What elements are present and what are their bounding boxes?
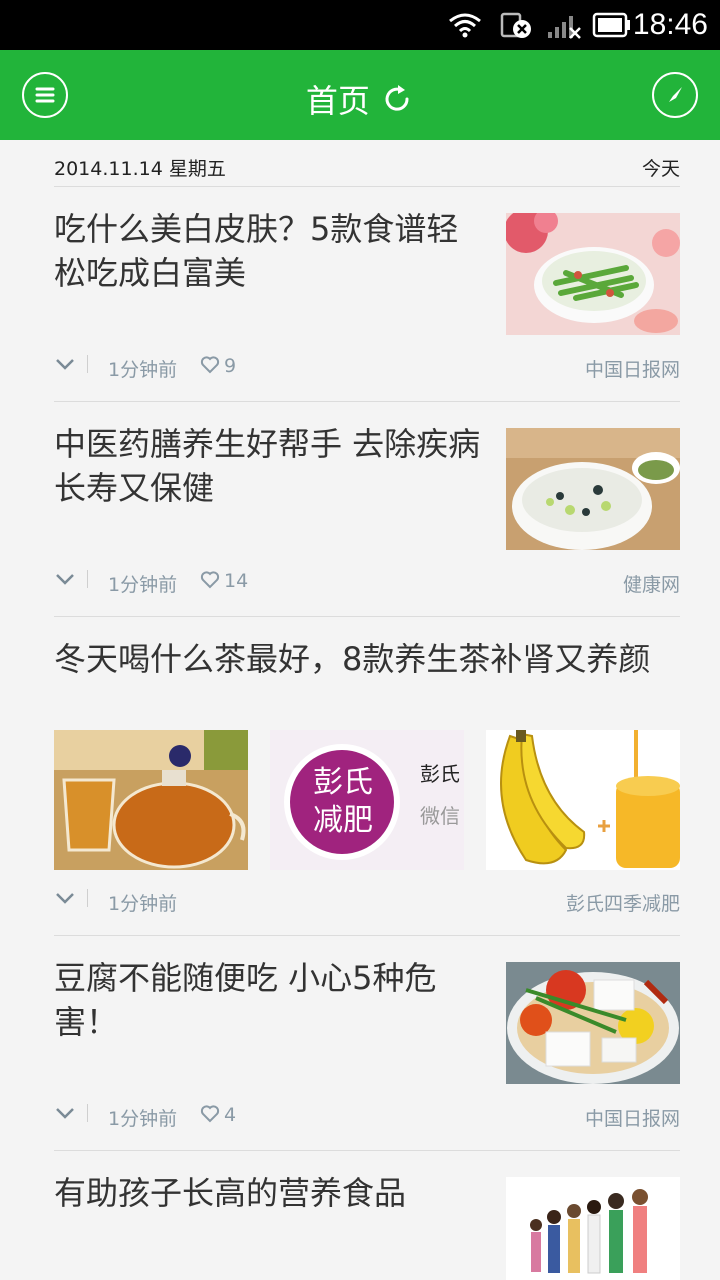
article-card[interactable]: 豆腐不能随便吃 小心5种危害！ 1分钟前 4 中国日报网 — [54, 936, 680, 1151]
article-card[interactable]: 有助孩子长高的营养食品 — [54, 1151, 680, 1280]
heart-icon[interactable] — [200, 570, 220, 590]
divider — [87, 889, 88, 907]
like-count: 9 — [224, 355, 237, 377]
article-card[interactable]: 吃什么美白皮肤？5款食谱轻松吃成白富美 1分钟前 9 中国日报网 — [54, 187, 680, 402]
article-title[interactable]: 豆腐不能随便吃 小心5种危害！ — [54, 956, 484, 1044]
refresh-icon[interactable] — [380, 82, 414, 116]
timestamp: 1分钟前 — [108, 574, 178, 596]
sim-card-off-icon — [500, 12, 531, 38]
source-label[interactable]: 中国日报网 — [585, 355, 680, 382]
status-bar: 18:46 — [0, 0, 720, 50]
chevron-down-icon[interactable] — [54, 1104, 76, 1122]
battery-icon — [592, 12, 630, 38]
wifi-icon — [449, 13, 481, 38]
children-photo — [506, 1177, 680, 1280]
signal-icon — [548, 16, 581, 39]
tofu-soup-photo — [506, 962, 680, 1084]
banana-honey-photo — [486, 730, 680, 870]
chevron-down-icon[interactable] — [54, 570, 76, 588]
date-header: 2014.11.14 星期五 今天 — [54, 150, 680, 187]
article-thumbnail[interactable] — [506, 1177, 680, 1280]
article-title[interactable]: 中医药膳养生好帮手 去除疾病长寿又保健 — [54, 422, 484, 510]
divider — [87, 1104, 88, 1122]
date-label: 2014.11.14 星期五 — [54, 158, 226, 180]
title-group[interactable]: 首页 — [0, 76, 720, 122]
clock: 18:46 — [632, 8, 708, 41]
chevron-down-icon[interactable] — [54, 355, 76, 373]
app-bar: 首页 — [0, 50, 720, 140]
logo-text: 彭氏 减肥 — [313, 765, 373, 838]
source-label[interactable]: 中国日报网 — [585, 1104, 680, 1131]
article-image[interactable]: 彭氏 减肥 彭氏 微信 — [270, 730, 464, 870]
article-card[interactable]: 冬天喝什么茶最好，8款养生茶补肾又养颜 彭氏 减肥 彭氏 微信 1分钟前 彭氏四… — [54, 617, 680, 936]
article-image[interactable] — [486, 730, 680, 870]
article-meta: 1分钟前 4 中国日报网 — [54, 1102, 680, 1132]
divider — [87, 570, 88, 588]
today-label: 今天 — [641, 158, 680, 180]
article-title[interactable]: 冬天喝什么茶最好，8款养生茶补肾又养颜 — [54, 637, 680, 681]
heart-icon[interactable] — [200, 1104, 220, 1124]
compass-icon — [669, 87, 682, 102]
article-thumbnail[interactable] — [506, 962, 680, 1084]
porridge-bowl-photo — [506, 428, 680, 550]
logo-side-title: 彭氏 — [420, 762, 460, 786]
article-meta: 1分钟前 14 健康网 — [54, 568, 680, 598]
article-title[interactable]: 吃什么美白皮肤？5款食谱轻松吃成白富美 — [54, 207, 484, 295]
article-title[interactable]: 有助孩子长高的营养食品 — [54, 1171, 484, 1215]
green-beans-bowl-photo — [506, 213, 680, 335]
article-thumbnail[interactable] — [506, 213, 680, 335]
timestamp: 1分钟前 — [108, 893, 178, 915]
timestamp: 1分钟前 — [108, 1108, 178, 1130]
page-title: 首页 — [305, 82, 370, 120]
timestamp: 1分钟前 — [108, 359, 178, 381]
heart-icon[interactable] — [200, 355, 220, 375]
like-count: 14 — [224, 570, 249, 592]
source-label[interactable]: 健康网 — [623, 570, 680, 597]
article-card[interactable]: 中医药膳养生好帮手 去除疾病长寿又保健 1分钟前 14 健康网 — [54, 402, 680, 617]
divider — [87, 355, 88, 373]
article-meta: 1分钟前 9 中国日报网 — [54, 353, 680, 383]
article-image[interactable] — [54, 730, 248, 870]
discover-button[interactable] — [652, 72, 698, 118]
chevron-down-icon[interactable] — [54, 889, 76, 907]
tea-pot-photo — [54, 730, 248, 870]
article-meta: 1分钟前 彭氏四季减肥 — [54, 887, 680, 917]
article-thumbnail[interactable] — [506, 428, 680, 550]
source-label[interactable]: 彭氏四季减肥 — [566, 889, 680, 916]
like-count: 4 — [224, 1104, 237, 1126]
logo-side-sub: 微信 — [420, 804, 460, 828]
